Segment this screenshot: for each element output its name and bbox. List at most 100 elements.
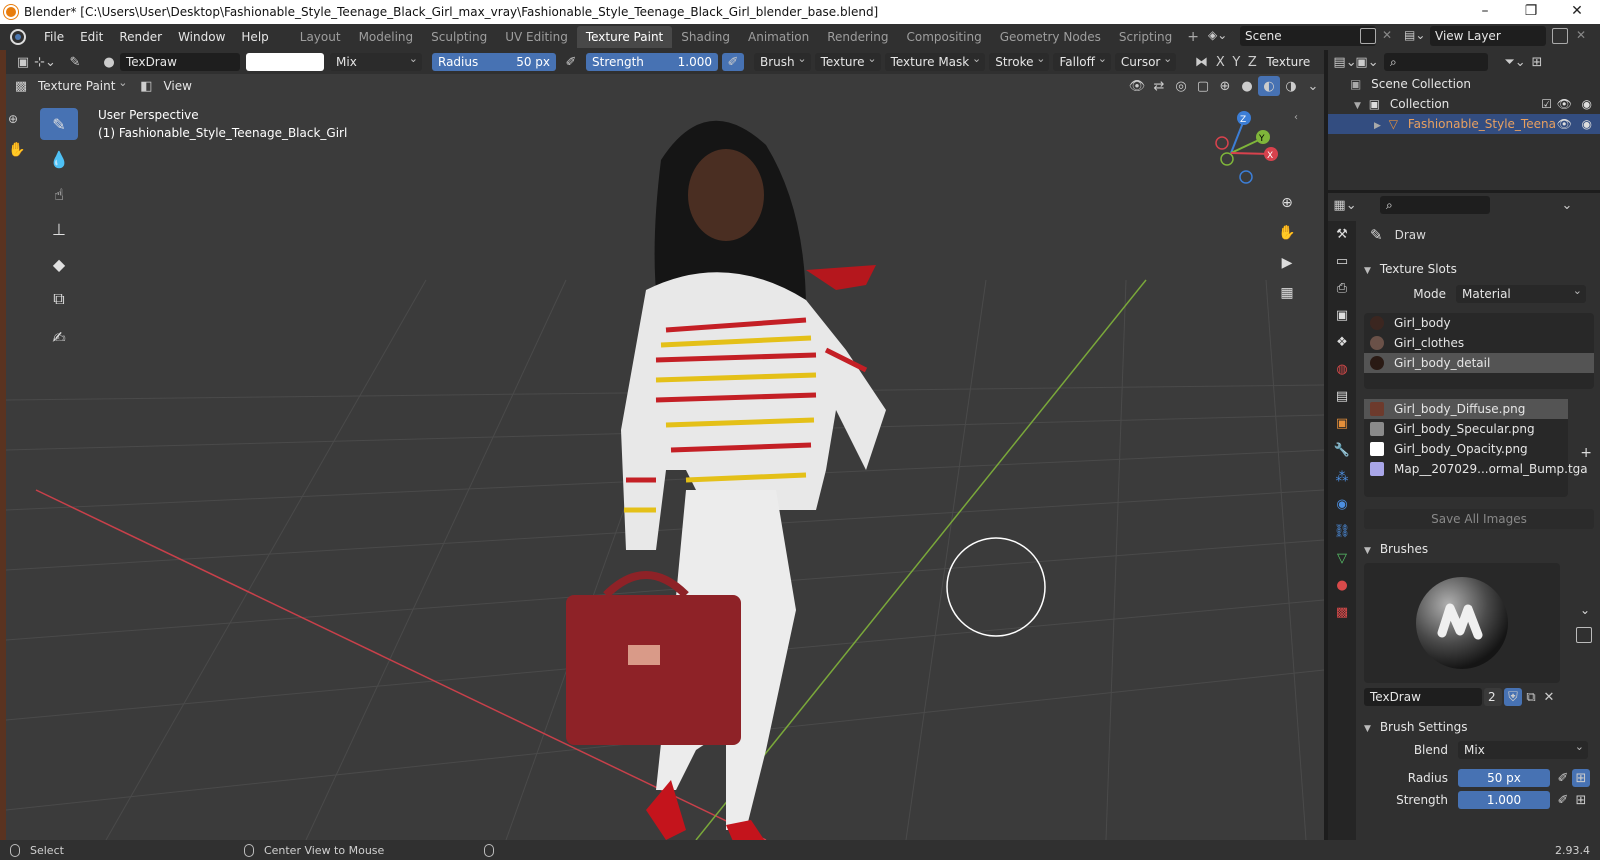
camera-view-icon[interactable]: ▶ <box>1274 250 1300 276</box>
expand-arrow-icon[interactable]: ▶ <box>1374 121 1381 131</box>
mirror-z-toggle[interactable]: Z <box>1244 52 1260 72</box>
outliner-scene-collection[interactable]: ▣ Scene Collection <box>1328 74 1600 94</box>
rendered-shading-icon[interactable]: ◑ <box>1280 76 1302 96</box>
annotate-tool-icon[interactable]: ✍ <box>40 321 78 353</box>
image-slot-item[interactable]: Girl_body_Opacity.png <box>1364 439 1568 459</box>
image-slot-item[interactable]: Girl_body_Diffuse.png <box>1364 399 1568 419</box>
3d-viewport[interactable]: Z Y X ▣ ⊹⌄ ✎ ● TexDraw Mix Radius 50 px … <box>6 50 1324 840</box>
radius-unit-icon[interactable]: ⊞ <box>1572 769 1590 787</box>
strength-pressure-icon[interactable]: ✐ <box>722 53 744 71</box>
view-layer-icon[interactable]: ▤⌄ <box>1404 28 1425 42</box>
radius-pressure-icon[interactable]: ✐ <box>1554 768 1572 788</box>
strength-pressure-icon[interactable]: ✐ <box>1554 790 1572 810</box>
brushes-header[interactable]: ▼ Brushes <box>1358 537 1600 561</box>
properties-editor-icon[interactable]: ▦⌄ <box>1333 195 1356 215</box>
wireframe-shading-icon[interactable]: ⊕ <box>1214 76 1236 96</box>
checkbox-icon[interactable]: ☑ <box>1541 94 1552 114</box>
brush-blend-dropdown[interactable]: Mix <box>1458 738 1588 759</box>
output-tab-icon[interactable]: ⎙ <box>1328 275 1356 302</box>
clone-tool-icon[interactable]: ⊥ <box>40 213 78 245</box>
strength-unit-icon[interactable]: ⊞ <box>1572 790 1590 810</box>
mirror-x-toggle[interactable]: X <box>1212 52 1228 72</box>
brush-name-field[interactable]: TexDraw <box>120 53 240 71</box>
eye-icon[interactable]: 👁 <box>1557 94 1572 114</box>
radius-pressure-icon[interactable]: ✐ <box>560 52 582 72</box>
tab-animation[interactable]: Animation <box>739 26 818 48</box>
ortho-grid-icon[interactable]: ▦ <box>1274 280 1300 306</box>
unlink-brush-icon[interactable]: ✕ <box>1540 687 1558 707</box>
outliner-editor-icon[interactable]: ▤⌄ <box>1333 52 1356 72</box>
strength-slider[interactable]: Strength 1.000 <box>586 53 718 71</box>
overlay-toggle-icon[interactable]: ◎ <box>1170 76 1192 96</box>
transform-icon[interactable]: ⊹⌄ <box>34 52 56 72</box>
pan-hand-icon[interactable]: ✋ <box>1274 220 1300 246</box>
scene-field[interactable]: Scene <box>1240 26 1376 46</box>
expand-arrow-icon[interactable]: ▼ <box>1354 101 1361 111</box>
filter-icon[interactable]: ⏷⌄ <box>1504 52 1526 72</box>
menu-window[interactable]: Window <box>170 24 233 50</box>
brush-menu[interactable]: Brush <box>754 50 811 71</box>
menu-edit[interactable]: Edit <box>72 24 111 50</box>
tab-shading[interactable]: Shading <box>672 26 739 48</box>
tool-tab-icon[interactable]: ⚒ <box>1328 221 1356 248</box>
duplicate-brush-icon[interactable]: ⧉ <box>1522 687 1540 707</box>
falloff-menu[interactable]: Falloff <box>1053 50 1111 71</box>
minimize-button[interactable]: – <box>1462 0 1508 24</box>
delete-view-layer-icon[interactable]: ✕ <box>1576 28 1586 42</box>
particles-tab-icon[interactable]: ⁂ <box>1328 464 1356 491</box>
tab-texture-paint[interactable]: Texture Paint <box>576 26 673 48</box>
outliner-collection[interactable]: ▼ ▣ Collection ☑ 👁 ◉ <box>1328 94 1600 114</box>
menu-file[interactable]: File <box>36 24 72 50</box>
scene-tab-icon[interactable]: ❖ <box>1328 329 1356 356</box>
brush-users-count[interactable]: 2 <box>1484 688 1502 706</box>
material-slot-item[interactable]: Girl_body_detail <box>1364 353 1594 373</box>
texture-tab-icon[interactable]: ▩ <box>1328 599 1356 626</box>
constraints-tab-icon[interactable]: ⛓ <box>1328 518 1356 545</box>
menu-render[interactable]: Render <box>111 24 170 50</box>
mode-icon[interactable]: ▩ <box>10 76 32 96</box>
soften-tool-icon[interactable]: 💧 <box>40 143 78 175</box>
material-tab-icon[interactable]: ● <box>1328 572 1356 599</box>
tab-scripting[interactable]: Scripting <box>1110 26 1181 48</box>
shading-options-icon[interactable]: ⌄ <box>1302 76 1324 96</box>
fake-user-shield-icon[interactable]: ⛨ <box>1504 688 1522 706</box>
tab-rendering[interactable]: Rendering <box>818 26 897 48</box>
texture-mask-menu[interactable]: Texture Mask <box>884 50 986 71</box>
texture-slots-header[interactable]: ▼ Texture Slots <box>1358 257 1600 281</box>
brush-browse-icon[interactable]: ● <box>98 52 120 72</box>
camera-icon[interactable]: ◉ <box>1582 94 1592 114</box>
tab-modeling[interactable]: Modeling <box>350 26 423 48</box>
zoom-icon[interactable]: ⊕ <box>1274 190 1300 216</box>
texture-slot-label[interactable]: Texture <box>1264 53 1313 71</box>
add-texture-icon[interactable]: + <box>1580 445 1592 461</box>
material-shading-icon[interactable]: ◐ <box>1258 76 1280 96</box>
brush-menu-chevron-icon[interactable]: ⌄ <box>1580 603 1590 617</box>
hand-icon[interactable]: ✋ <box>8 142 25 158</box>
properties-search-input[interactable]: ⌕ <box>1380 196 1490 214</box>
mode-dropdown[interactable]: Texture Paint <box>32 74 131 95</box>
properties-options-icon[interactable]: ⌄ <box>1556 195 1578 215</box>
physics-tab-icon[interactable]: ◉ <box>1328 491 1356 518</box>
mask-toggle-icon[interactable]: ◧ <box>135 76 157 96</box>
eye-icon[interactable]: 👁 <box>1557 114 1572 134</box>
xray-toggle-icon[interactable]: ▢ <box>1192 76 1214 96</box>
symmetry-icon[interactable]: ⧓ <box>1190 52 1212 72</box>
radius-slider[interactable]: Radius 50 px <box>432 53 556 71</box>
world-tab-icon[interactable]: ◍ <box>1328 356 1356 383</box>
tab-sculpting[interactable]: Sculpting <box>422 26 496 48</box>
view-layer-tab-icon[interactable]: ▣ <box>1328 302 1356 329</box>
new-collection-icon[interactable]: ⊞ <box>1526 52 1548 72</box>
texture-menu[interactable]: Texture <box>814 50 881 71</box>
brush-image-icon[interactable] <box>1576 627 1592 643</box>
texture-mode-dropdown[interactable]: Material <box>1456 282 1586 303</box>
draw-tool-icon[interactable]: ✎ <box>40 108 78 140</box>
scene-selector-icon[interactable]: ◈⌄ <box>1208 28 1230 46</box>
render-tab-icon[interactable]: ▭ <box>1328 248 1356 275</box>
menu-help[interactable]: Help <box>233 24 276 50</box>
delete-scene-icon[interactable]: ✕ <box>1382 28 1392 42</box>
maximize-button[interactable]: ❐ <box>1508 0 1554 24</box>
display-mode-icon[interactable]: ▣⌄ <box>1355 52 1378 72</box>
image-slot-item[interactable]: Map__207029...ormal_Bump.tga <box>1364 459 1588 479</box>
smear-tool-icon[interactable]: ☝ <box>40 178 78 210</box>
view-menu[interactable]: View <box>157 77 197 95</box>
